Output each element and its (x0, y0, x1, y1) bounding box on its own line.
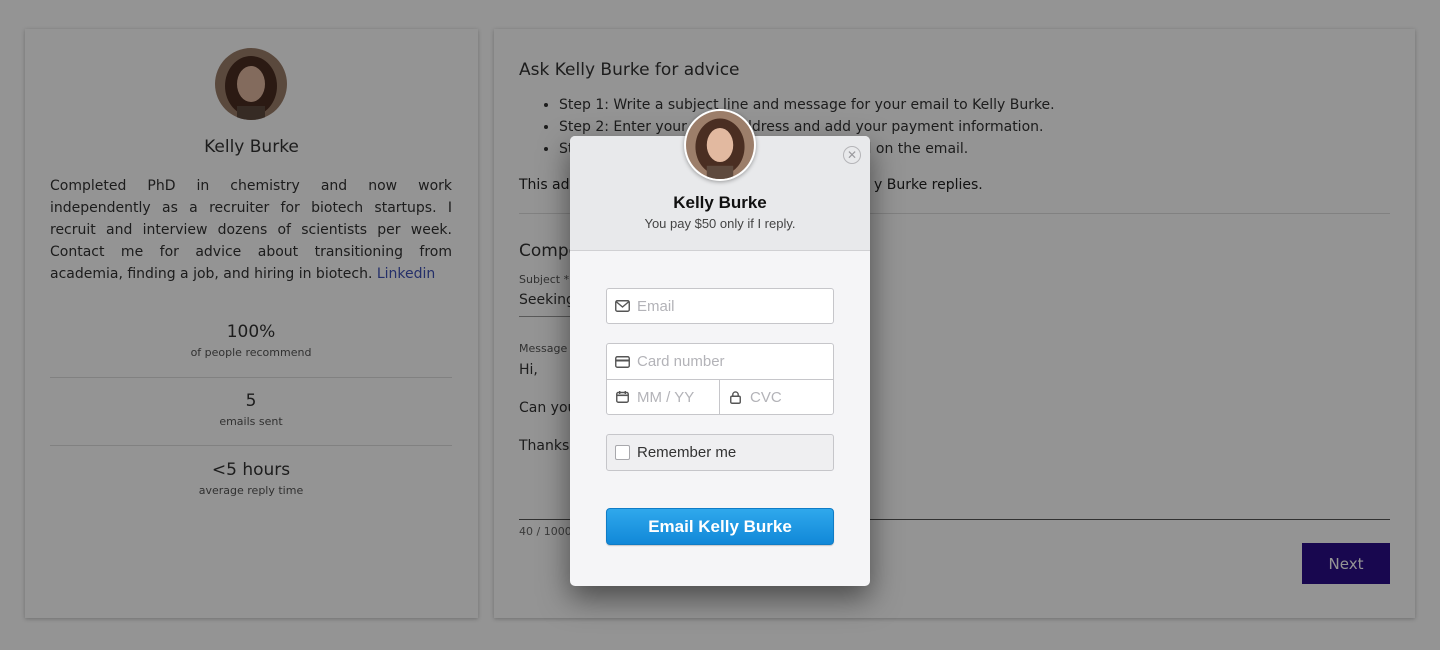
cvc-input[interactable] (750, 388, 820, 406)
modal-subtitle: You pay $50 only if I reply. (644, 216, 796, 231)
close-icon[interactable]: ✕ (843, 146, 861, 164)
card-number-input[interactable] (637, 353, 787, 370)
email-field[interactable] (606, 288, 834, 324)
expiry-field[interactable] (606, 379, 720, 415)
envelope-icon (607, 300, 637, 312)
checkbox[interactable] (615, 445, 630, 460)
modal-title: Kelly Burke (673, 193, 767, 212)
remember-me-checkbox[interactable]: Remember me (606, 434, 834, 471)
payment-modal: ✕ Kelly Burke You pay $50 only if I repl… (570, 109, 870, 586)
remember-me-label: Remember me (637, 444, 737, 461)
email-input[interactable] (637, 297, 787, 315)
cvc-field[interactable] (719, 379, 834, 415)
lock-icon (720, 390, 750, 404)
calendar-icon (607, 391, 637, 403)
credit-card-icon (607, 355, 637, 368)
submit-button[interactable]: Email Kelly Burke (606, 508, 834, 545)
modal-header: ✕ Kelly Burke You pay $50 only if I repl… (570, 109, 870, 251)
modal-avatar (684, 109, 756, 181)
expiry-input[interactable] (637, 388, 707, 406)
card-number-field[interactable] (606, 343, 834, 380)
